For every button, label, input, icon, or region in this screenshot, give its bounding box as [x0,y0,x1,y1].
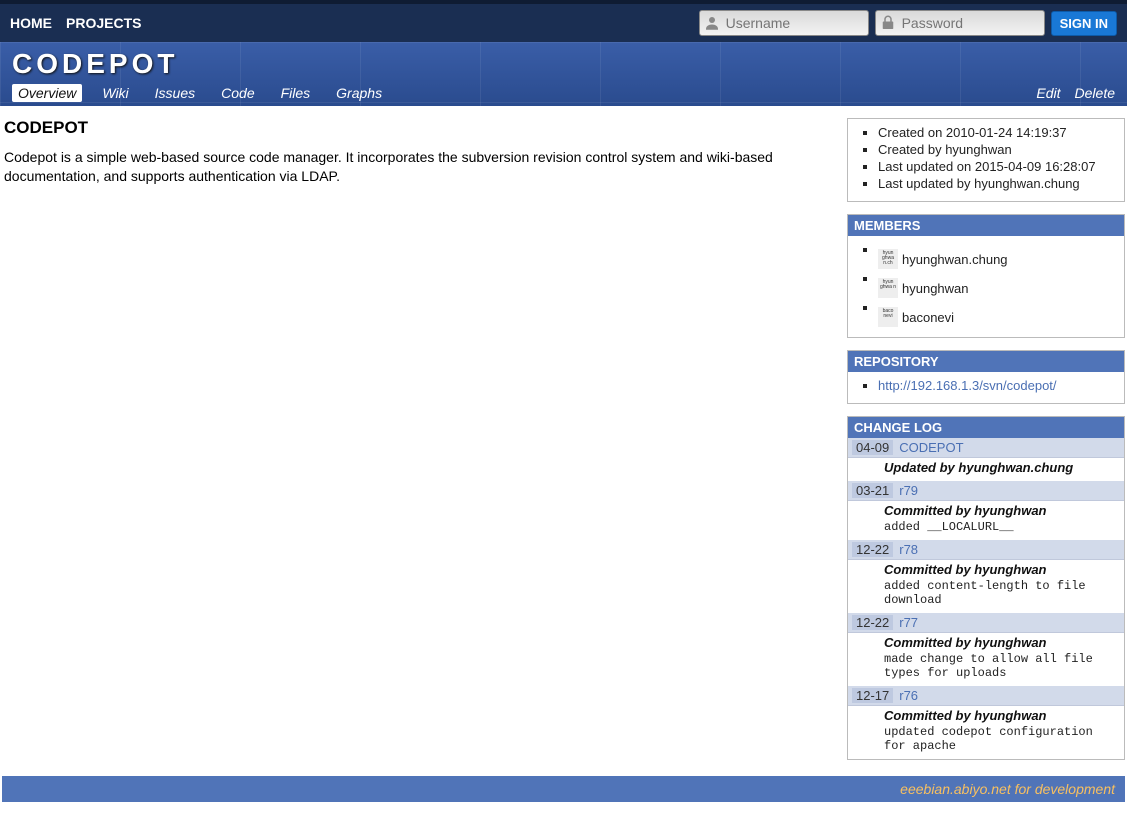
member-link[interactable]: hyunghwan [902,281,969,296]
change-revision-link[interactable]: r79 [899,483,918,498]
change-revision-link[interactable]: CODEPOT [899,440,963,455]
change-revision-link[interactable]: r78 [899,542,918,557]
changelog-entry-body: Updated by hyunghwan.chung [848,458,1124,481]
tab-wiki[interactable]: Wiki [96,84,134,102]
change-message: made change to allow all file types for … [884,652,1120,680]
banner-title: CODEPOT [12,48,1115,80]
changelog-entry-body: Committed by hyunghwan made change to all… [848,633,1124,686]
project-description: Codepot is a simple web-based source cod… [4,148,814,186]
change-message: added __LOCALURL__ [884,520,1120,534]
username-input[interactable] [699,10,869,36]
change-date: 12-22 [852,542,893,557]
meta-box: Created on 2010-01-24 14:19:37 Created b… [847,118,1125,202]
top-bar: HOME PROJECTS SIGN IN [0,0,1127,42]
tab-overview[interactable]: Overview [12,84,82,102]
changelog-entry-head: 03-21 r79 [848,481,1124,501]
change-author: Committed by hyunghwan [884,635,1120,650]
project-tabs: Overview Wiki Issues Code Files Graphs [12,84,388,102]
nav-projects[interactable]: PROJECTS [66,15,141,31]
meta-created-by: Created by hyunghwan [878,142,1114,157]
member-link[interactable]: baconevi [902,310,954,325]
tab-code[interactable]: Code [215,84,260,102]
action-delete[interactable]: Delete [1075,85,1115,101]
password-input[interactable] [875,10,1045,36]
change-author: Updated by hyunghwan.chung [884,460,1120,475]
change-date: 12-22 [852,615,893,630]
page-title: CODEPOT [4,118,833,138]
meta-updated-by: Last updated by hyunghwan.chung [878,176,1114,191]
action-edit[interactable]: Edit [1036,85,1060,101]
tab-graphs[interactable]: Graphs [330,84,388,102]
changelog-entry-body: Committed by hyunghwan updated codepot co… [848,706,1124,759]
username-wrap [699,10,869,36]
change-revision-link[interactable]: r76 [899,688,918,703]
changelog-box: CHANGE LOG 04-09 CODEPOT Updated by hyungh… [847,416,1125,760]
change-message: updated codepot configuration for apache [884,725,1120,753]
footer: eeebian.abiyo.net for development [2,776,1125,802]
tab-issues[interactable]: Issues [149,84,201,102]
changelog-entry-body: Committed by hyunghwan added content-leng… [848,560,1124,613]
avatar: baco nevi [878,307,898,327]
nav-home[interactable]: HOME [10,15,52,31]
change-date: 12-17 [852,688,893,703]
member-item: hyun ghwa n.ch hyunghwan.chung [878,242,1114,269]
change-date: 03-21 [852,483,893,498]
change-author: Committed by hyunghwan [884,562,1120,577]
repository-box: REPOSITORY http://192.168.1.3/svn/codepo… [847,350,1125,404]
signin-button[interactable]: SIGN IN [1051,11,1117,36]
members-header: MEMBERS [848,215,1124,236]
changelog-entry-head: 12-22 r78 [848,540,1124,560]
avatar: hyun ghwa n [878,278,898,298]
top-nav: HOME PROJECTS [10,15,141,31]
member-item: baco nevi baconevi [878,300,1114,327]
main-content: CODEPOT Codepot is a simple web-based so… [2,118,833,760]
member-link[interactable]: hyunghwan.chung [902,252,1008,267]
members-box: MEMBERS hyun ghwa n.ch hyunghwan.chunghy… [847,214,1125,338]
meta-created-on: Created on 2010-01-24 14:19:37 [878,125,1114,140]
change-message: added content-length to file download [884,579,1120,607]
password-wrap [875,10,1045,36]
tab-files[interactable]: Files [275,84,317,102]
changelog-entry-head: 12-17 r76 [848,686,1124,706]
sidebar: Created on 2010-01-24 14:19:37 Created b… [847,118,1125,760]
meta-updated-on: Last updated on 2015-04-09 16:28:07 [878,159,1114,174]
repository-header: REPOSITORY [848,351,1124,372]
member-item: hyun ghwa n hyunghwan [878,271,1114,298]
change-revision-link[interactable]: r77 [899,615,918,630]
change-date: 04-09 [852,440,893,455]
changelog-entry-head: 12-22 r77 [848,613,1124,633]
change-author: Committed by hyunghwan [884,503,1120,518]
change-author: Committed by hyunghwan [884,708,1120,723]
lock-icon [879,14,897,32]
avatar: hyun ghwa n.ch [878,249,898,269]
repository-link[interactable]: http://192.168.1.3/svn/codepot/ [878,378,1057,393]
changelog-header: CHANGE LOG [848,417,1124,438]
changelog-entry-head: 04-09 CODEPOT [848,438,1124,458]
changelog-entry-body: Committed by hyunghwan added __LOCALURL__ [848,501,1124,540]
banner: CODEPOT Overview Wiki Issues Code Files … [0,42,1127,106]
user-icon [703,14,721,32]
